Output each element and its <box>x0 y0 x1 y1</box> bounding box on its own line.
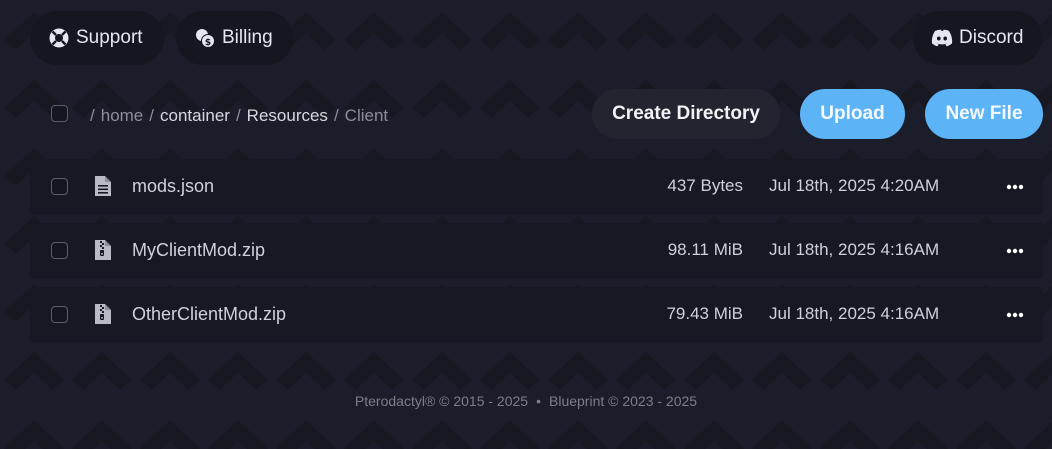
breadcrumb: / home / container / Resources / Client <box>90 104 394 128</box>
file-archive-icon <box>95 240 111 260</box>
billing-label: Billing <box>222 27 273 48</box>
select-all-checkbox[interactable] <box>51 105 68 122</box>
file-select-checkbox[interactable] <box>51 242 68 259</box>
file-row-otherclientmod-zip[interactable]: OtherClientMod.zip 79.43 MiB Jul 18th, 2… <box>30 287 1043 342</box>
file-name: mods.json <box>132 176 215 196</box>
upload-button[interactable]: Upload <box>800 89 905 139</box>
breadcrumb-current-client: Client <box>344 106 389 125</box>
discord-label: Discord <box>959 27 1024 48</box>
file-manager: Support $ Billing Discord / home / conta… <box>0 0 1052 449</box>
breadcrumb-home[interactable]: home <box>101 106 144 126</box>
new-file-button[interactable]: New File <box>925 89 1043 139</box>
support-label: Support <box>76 27 143 48</box>
file-row-mods-json[interactable]: mods.json 437 Bytes Jul 18th, 2025 4:20A… <box>30 159 1043 214</box>
file-archive-icon <box>95 304 111 324</box>
breadcrumb-separator: / <box>333 106 339 125</box>
more-options-icon[interactable] <box>1005 242 1025 260</box>
more-options-icon[interactable] <box>1005 306 1025 324</box>
file-size: 79.43 MiB <box>666 304 743 323</box>
footer: Pterodactyl® © 2015 - 2025 • Blueprint © 2… <box>0 393 1052 409</box>
file-text-icon <box>95 176 111 196</box>
discord-icon <box>931 29 953 47</box>
file-name: OtherClientMod.zip <box>132 304 287 324</box>
discord-button[interactable]: Discord <box>913 11 1042 65</box>
file-row-myclientmod-zip[interactable]: MyClientMod.zip 98.11 MiB Jul 18th, 2025… <box>30 223 1043 278</box>
billing-button[interactable]: $ Billing <box>176 11 293 65</box>
file-size: 98.11 MiB <box>667 240 743 259</box>
coins-icon: $ <box>196 29 215 48</box>
support-button[interactable]: Support <box>30 11 164 65</box>
breadcrumb-container[interactable]: container <box>160 106 230 126</box>
footer-blueprint-credit[interactable]: Blueprint © 2023 - 2025 <box>549 393 697 409</box>
footer-separator: • <box>536 393 541 409</box>
file-modified: Jul 18th, 2025 4:20AM <box>769 176 940 195</box>
file-modified: Jul 18th, 2025 4:16AM <box>769 240 940 259</box>
file-modified: Jul 18th, 2025 4:16AM <box>769 304 940 323</box>
file-select-checkbox[interactable] <box>51 306 68 323</box>
file-name: MyClientMod.zip <box>132 240 266 260</box>
breadcrumb-resources[interactable]: Resources <box>247 106 328 126</box>
lifebuoy-icon <box>49 28 69 48</box>
svg-text:$: $ <box>205 38 211 48</box>
more-options-icon[interactable] <box>1005 178 1025 196</box>
breadcrumb-separator: / <box>235 106 241 125</box>
create-directory-button[interactable]: Create Directory <box>592 89 780 139</box>
file-size: 437 Bytes <box>667 176 743 195</box>
breadcrumb-separator: / <box>149 106 154 125</box>
breadcrumb-separator: / <box>90 106 95 125</box>
footer-pterodactyl-credit[interactable]: Pterodactyl® © 2015 - 2025 <box>355 393 528 409</box>
file-select-checkbox[interactable] <box>51 178 68 195</box>
